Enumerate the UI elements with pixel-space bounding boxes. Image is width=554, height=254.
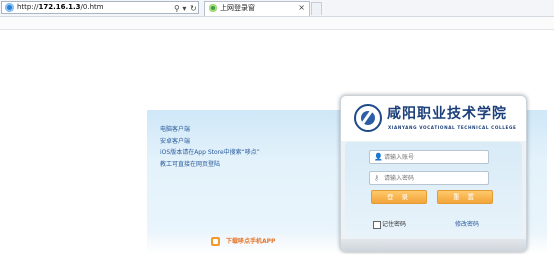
tab-title: 上网登录窗 [220,4,255,12]
page-favicon-icon [209,4,217,12]
password-field[interactable]: ⚷ [369,171,489,185]
account-field[interactable]: 👤 [369,150,489,164]
internet-explorer-icon [5,3,14,12]
pc-client-link[interactable]: 电脑客户端 [160,124,260,136]
app-download-label: 下载哆点手机APP [226,238,276,245]
address-url[interactable]: http://172.16.1.3/0.htm [17,2,104,13]
user-icon: 👤 [374,153,383,161]
url-host: 172.16.1.3 [38,3,81,11]
password-input[interactable] [384,172,484,184]
close-tab-icon[interactable]: × [298,3,305,13]
staff-login-note: 教工可直接在网页登陆 [160,160,221,168]
refresh-icon[interactable]: ↻ [190,4,197,13]
browser-toolbar-strip [0,17,554,30]
browser-chrome: http://172.16.1.3/0.htm ⚲ ▾ ↻ 上网登录窗 × [0,0,554,17]
key-icon: ⚷ [374,174,380,182]
android-client-link[interactable]: 安卓客户端 [160,136,260,148]
reset-button[interactable]: 重 置 [437,190,493,204]
remember-label: 记住密码 [382,221,407,228]
college-logo [354,104,382,132]
college-name-cn: 咸阳职业技术学院 [387,106,507,122]
address-bar[interactable]: http://172.16.1.3/0.htm ⚲ ▾ ↻ [1,1,199,14]
new-tab-button[interactable] [311,2,322,15]
change-password-link[interactable]: 修改密码 [455,220,479,229]
login-header: 咸阳职业技术学院 XIANYANG VOCATIONAL TECHNICAL C… [341,96,526,141]
mobile-app-icon [211,237,220,246]
login-button[interactable]: 登 录 [371,190,427,204]
url-prefix: http:// [17,3,39,11]
search-dropdown-icon[interactable]: ⚲ ▾ [174,4,186,13]
url-path: /0.htm [80,3,104,11]
tab-login-page[interactable]: 上网登录窗 × [204,1,310,16]
account-input[interactable] [384,151,484,163]
college-name-en: XIANYANG VOCATIONAL TECHNICAL COLLEGE [388,125,517,130]
remember-checkbox[interactable] [373,221,381,229]
login-panel: 咸阳职业技术学院 XIANYANG VOCATIONAL TECHNICAL C… [340,95,527,252]
ios-client-note: iOS版本请在App Store中搜索“哆点” [160,149,260,156]
client-links: 电脑客户端 安卓客户端 iOS版本请在App Store中搜索“哆点” 教工可直… [160,124,260,170]
login-footer [341,239,526,251]
